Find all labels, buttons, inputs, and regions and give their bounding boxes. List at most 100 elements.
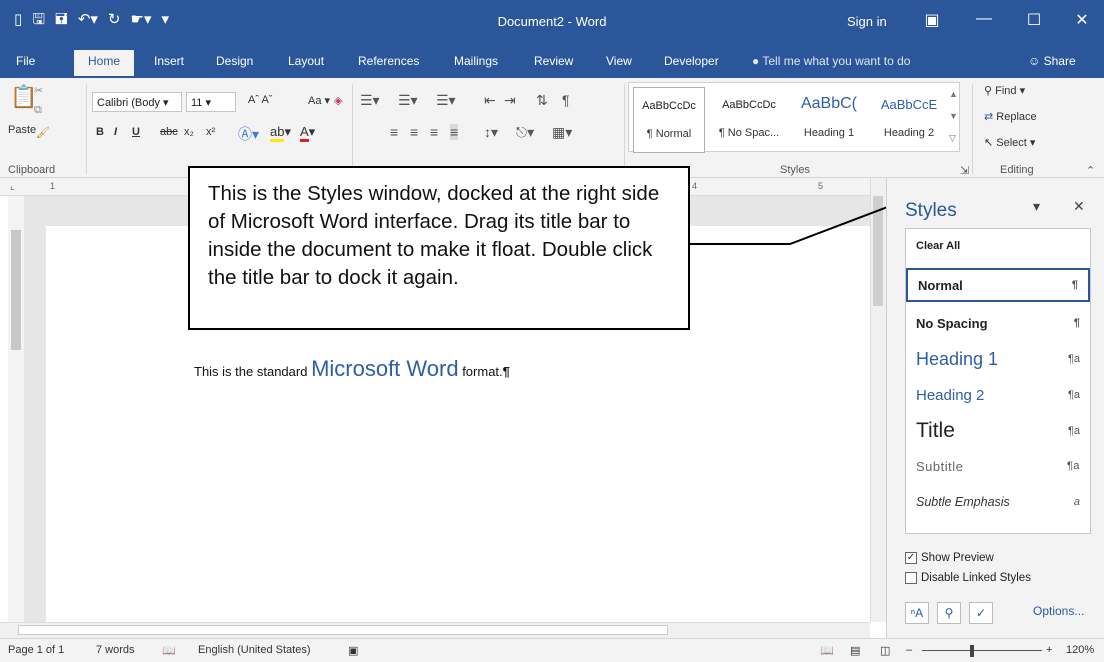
styles-launcher-icon[interactable]: ⇲	[960, 164, 969, 177]
copy-icon[interactable]: ⧉	[34, 104, 42, 117]
gallery-preview: AaBbCcDc	[722, 99, 776, 111]
bullets-icon[interactable]: ☰▾	[360, 92, 380, 109]
clear-formatting-icon[interactable]: ◈	[334, 94, 342, 107]
font-color-icon[interactable]: A▾	[300, 124, 315, 142]
share-button[interactable]: ☺ Share	[1028, 54, 1076, 68]
change-case-button[interactable]: Aa ▾	[308, 94, 330, 107]
document-text[interactable]: This is the standard Microsoft Word form…	[194, 356, 510, 382]
tab-view[interactable]: View	[606, 54, 632, 68]
tab-review[interactable]: Review	[534, 54, 573, 68]
replace-button[interactable]: ⇄ Replace	[984, 110, 1037, 123]
tell-me-box[interactable]: ● Tell me what you want to do	[752, 54, 910, 68]
shading-icon[interactable]: ⎋▾	[516, 124, 534, 141]
style-heading-1[interactable]: Heading 1 ¶a	[906, 342, 1090, 376]
styles-group-label: Styles	[780, 164, 810, 176]
zoom-out-icon[interactable]: –	[906, 644, 912, 656]
align-left-icon[interactable]: ≡	[390, 124, 398, 140]
font-size-dropdown[interactable]: 11 ▾	[186, 92, 236, 112]
gallery-style-normal[interactable]: AaBbCcDc ¶ Normal	[633, 87, 705, 153]
zoom-slider[interactable]	[922, 650, 1042, 651]
borders-icon[interactable]: ▦▾	[552, 124, 572, 141]
manage-styles-icon[interactable]: ✓	[969, 602, 993, 624]
tab-design[interactable]: Design	[216, 54, 253, 68]
page-count[interactable]: Page 1 of 1	[8, 644, 64, 656]
read-mode-icon[interactable]: 📖	[820, 644, 834, 657]
close-icon[interactable]: ✕	[1072, 10, 1092, 30]
align-right-icon[interactable]: ≡	[430, 124, 438, 140]
pane-close-icon[interactable]: ✕	[1073, 198, 1085, 215]
options-link[interactable]: Options...	[1033, 604, 1084, 618]
pane-options-chevron-icon[interactable]: ▾	[1033, 198, 1040, 215]
find-button[interactable]: ⚲ Find ▾	[984, 84, 1025, 97]
style-title[interactable]: Title ¶a	[906, 414, 1090, 448]
style-clear-all[interactable]: Clear All	[906, 229, 1090, 263]
strikethrough-button[interactable]: abc	[160, 126, 178, 138]
tab-file[interactable]: File	[16, 54, 35, 68]
multilevel-list-icon[interactable]: ☰▾	[436, 92, 456, 109]
zoom-slider-thumb[interactable]	[970, 645, 974, 657]
sort-icon[interactable]: ⇅	[536, 92, 548, 109]
gallery-scroll-up-icon[interactable]: ▲	[949, 89, 958, 99]
maximize-icon[interactable]: ☐	[1024, 10, 1044, 30]
format-painter-icon[interactable]: 🖌	[36, 126, 50, 139]
decrease-indent-icon[interactable]: ⇤	[484, 92, 496, 109]
collapse-ribbon-icon[interactable]: ⌃	[1086, 164, 1095, 177]
style-subtitle[interactable]: Subtitle ¶a	[906, 449, 1090, 483]
align-center-icon[interactable]: ≡	[410, 124, 418, 140]
tab-selector-icon[interactable]: ⌞	[10, 181, 15, 192]
horizontal-scroll-thumb[interactable]	[18, 625, 668, 635]
show-preview-checkbox[interactable]: ✓ Show Preview	[905, 552, 994, 564]
ribbon-display-options-icon[interactable]: ▣	[922, 10, 942, 30]
tab-layout[interactable]: Layout	[288, 54, 324, 68]
gallery-style-no-spacing[interactable]: AaBbCcDc ¶ No Spac...	[713, 87, 785, 153]
tab-references[interactable]: References	[358, 54, 419, 68]
editing-group-label: Editing	[1000, 164, 1034, 176]
styles-pane-title[interactable]: Styles	[905, 200, 957, 222]
zoom-in-icon[interactable]: +	[1046, 644, 1052, 656]
tab-home[interactable]: Home	[74, 50, 135, 76]
new-style-icon[interactable]: ⁿA	[905, 602, 929, 624]
ruler-mark: 1	[50, 181, 56, 191]
font-name-dropdown[interactable]: Calibri (Body ▾	[92, 92, 182, 112]
style-inspector-icon[interactable]: ⚲	[937, 602, 961, 624]
style-heading-2[interactable]: Heading 2 ¶a	[906, 378, 1090, 412]
tab-insert[interactable]: Insert	[154, 54, 184, 68]
minimize-icon[interactable]: —	[974, 10, 994, 28]
macro-record-icon[interactable]: ▣	[348, 644, 358, 657]
bold-button[interactable]: B	[96, 126, 104, 138]
gallery-scroll-down-icon[interactable]: ▼	[949, 111, 958, 121]
underline-button[interactable]: U	[132, 126, 140, 138]
gallery-style-name: Heading 1	[803, 127, 855, 139]
web-layout-icon[interactable]: ◫	[880, 644, 890, 657]
tab-developer[interactable]: Developer	[664, 54, 719, 68]
zoom-level[interactable]: 120%	[1066, 644, 1094, 656]
gallery-style-heading-1[interactable]: AaBbC( Heading 1	[793, 87, 865, 153]
style-normal[interactable]: Normal ¶	[906, 268, 1090, 302]
tab-mailings[interactable]: Mailings	[454, 54, 498, 68]
gallery-more-icon[interactable]: ▽	[949, 133, 956, 144]
word-count[interactable]: 7 words	[96, 644, 135, 656]
print-layout-icon[interactable]: ▤	[850, 644, 860, 657]
paste-button[interactable]: Paste	[8, 124, 36, 136]
text-effects-icon[interactable]: Ⓐ▾	[238, 124, 259, 144]
sign-in-link[interactable]: Sign in	[847, 14, 887, 29]
style-subtle-emphasis[interactable]: Subtle Emphasis a	[906, 485, 1090, 519]
show-marks-icon[interactable]: ¶	[562, 92, 570, 108]
justify-icon[interactable]: ≡	[450, 124, 459, 140]
vertical-scroll-thumb[interactable]	[873, 196, 883, 306]
highlight-icon[interactable]: ab▾	[270, 124, 291, 142]
select-button[interactable]: ↖ Select ▾	[984, 136, 1035, 149]
style-no-spacing[interactable]: No Spacing ¶	[906, 306, 1090, 340]
grow-font-icon[interactable]: Aˆ Aˇ	[248, 94, 272, 106]
numbering-icon[interactable]: ☰▾	[398, 92, 418, 109]
superscript-button[interactable]: x²	[206, 126, 215, 138]
disable-linked-styles-checkbox[interactable]: Disable Linked Styles	[905, 572, 1031, 584]
gallery-style-heading-2[interactable]: AaBbCcE Heading 2	[873, 87, 945, 153]
language-indicator[interactable]: English (United States)	[198, 644, 311, 656]
increase-indent-icon[interactable]: ⇥	[504, 92, 516, 109]
italic-button[interactable]: I	[114, 126, 117, 138]
proofing-icon[interactable]: 📖	[162, 644, 176, 657]
subscript-button[interactable]: x₂	[184, 126, 194, 138]
cut-icon[interactable]: ✂	[34, 84, 43, 97]
line-spacing-icon[interactable]: ↕▾	[484, 124, 498, 141]
